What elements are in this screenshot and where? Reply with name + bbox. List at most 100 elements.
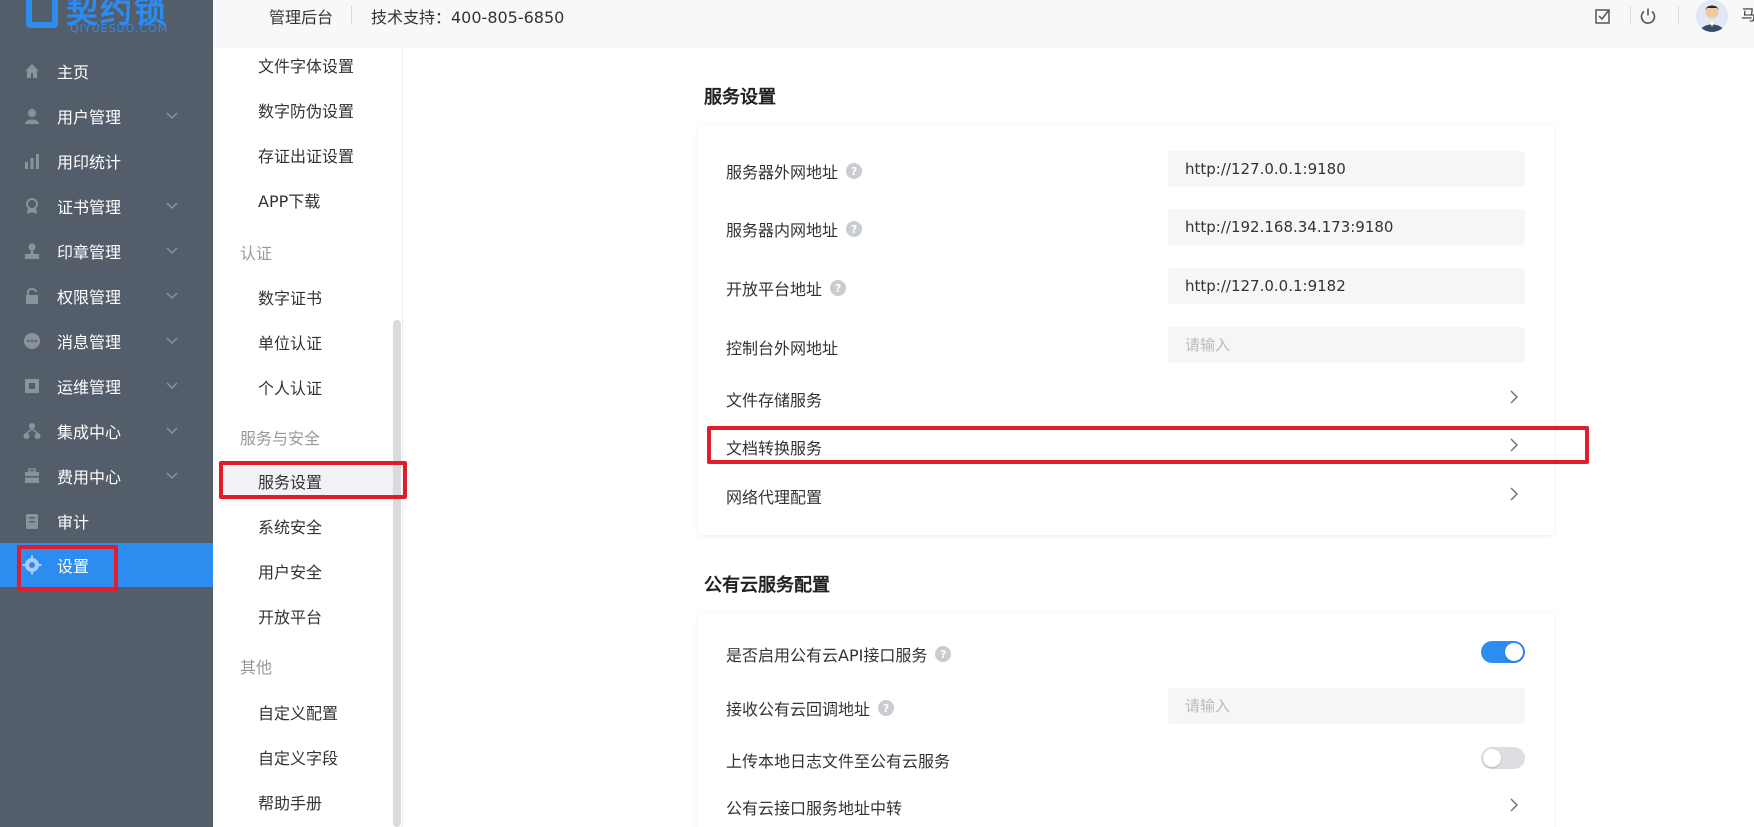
avatar[interactable] — [1696, 0, 1728, 32]
chevron-down-icon — [166, 200, 178, 212]
submenu-item[interactable]: APP下载 — [258, 188, 320, 212]
user-name[interactable]: 马 — [1741, 4, 1754, 25]
upload-logs-toggle[interactable] — [1481, 747, 1525, 769]
submenu-item[interactable]: 自定义字段 — [258, 745, 338, 769]
nav-label: 权限管理 — [57, 288, 122, 307]
nav-label: 印章管理 — [57, 243, 122, 262]
chevron-down-icon — [166, 245, 178, 257]
setting-label-text: 控制台外网地址 — [726, 339, 839, 358]
setting-label: 服务器内网地址? — [726, 217, 863, 241]
ops-icon — [22, 376, 42, 396]
link-row-cloud-relay[interactable]: 公有云接口服务地址中转 — [726, 785, 1526, 825]
seal-icon — [22, 241, 42, 261]
nav-item-message-management[interactable]: 消息管理 — [0, 319, 213, 363]
setting-label: 公有云接口服务地址中转 — [726, 799, 903, 818]
submenu-item[interactable]: 文件字体设置 — [258, 53, 354, 77]
help-icon[interactable]: ? — [935, 646, 952, 662]
submenu-group-title: 认证 — [240, 244, 273, 263]
help-icon[interactable]: ? — [846, 221, 863, 237]
submenu-item[interactable]: 单位认证 — [258, 330, 322, 354]
setting-row: 服务器外网地址? — [726, 149, 1526, 189]
nav-item-user-management[interactable]: 用户管理 — [0, 94, 213, 138]
submenu-item[interactable]: 数字防伪设置 — [258, 98, 354, 122]
link-row-file-storage[interactable]: 文件存储服务 — [726, 377, 1526, 417]
submenu-item[interactable]: 数字证书 — [258, 285, 322, 309]
chevron-down-icon — [166, 290, 178, 302]
setting-label: 是否启用公有云API接口服务? — [726, 642, 952, 666]
logo-subtitle: QIYUESUO.COM — [70, 22, 169, 35]
admin-console-label: 管理后台 — [269, 8, 334, 27]
setting-row: 是否启用公有云API接口服务? — [726, 632, 1526, 672]
submenu-group-title: 服务与安全 — [240, 429, 321, 448]
chevron-right-icon — [1510, 798, 1519, 812]
header-divider — [1678, 6, 1679, 24]
setting-row: 服务器内网地址? — [726, 207, 1526, 247]
nav-item-seal-stats[interactable]: 用印统计 — [0, 139, 213, 183]
submenu-item[interactable]: 个人认证 — [258, 375, 322, 399]
nav-label: 费用中心 — [57, 468, 122, 487]
setting-label: 开放平台地址? — [726, 276, 847, 300]
server-external-address-input[interactable] — [1168, 151, 1525, 187]
console-external-address-input[interactable] — [1168, 327, 1525, 363]
setting-label: 接收公有云回调地址? — [726, 696, 895, 720]
nav-label: 集成中心 — [57, 423, 122, 442]
enable-public-cloud-api-toggle[interactable] — [1481, 641, 1525, 663]
setting-row: 开放平台地址? — [726, 266, 1526, 306]
chevron-down-icon — [166, 425, 178, 437]
nav-item-home[interactable]: 主页 — [0, 49, 213, 93]
open-platform-address-input[interactable] — [1168, 268, 1525, 304]
nav-item-billing-center[interactable]: 费用中心 — [0, 454, 213, 498]
chevron-down-icon — [166, 380, 178, 392]
certificate-icon — [22, 196, 42, 216]
public-cloud-callback-input[interactable] — [1168, 688, 1525, 724]
submenu-scrollbar[interactable] — [393, 320, 401, 827]
submenu-item[interactable]: 存证出证设置 — [258, 143, 354, 167]
help-icon[interactable]: ? — [830, 280, 847, 296]
setting-label-text: 接收公有云回调地址 — [726, 700, 871, 719]
bar-chart-icon — [22, 151, 42, 171]
setting-row: 接收公有云回调地址? — [726, 686, 1526, 726]
setting-label: 网络代理配置 — [726, 488, 823, 507]
setting-label-text: 是否启用公有云API接口服务 — [726, 646, 928, 665]
highlight-box-service-settings — [219, 461, 407, 499]
nav-item-integration-center[interactable]: 集成中心 — [0, 409, 213, 453]
nav-label: 用印统计 — [57, 153, 122, 172]
user-icon — [22, 106, 42, 126]
nav-label: 运维管理 — [57, 378, 122, 397]
lock-icon — [22, 286, 42, 306]
setting-label: 控制台外网地址 — [726, 335, 838, 359]
checkbox-icon[interactable] — [1591, 4, 1615, 28]
help-icon[interactable]: ? — [846, 163, 863, 179]
submenu-item[interactable]: 帮助手册 — [258, 790, 322, 814]
briefcase-icon — [22, 466, 42, 486]
nav-label: 主页 — [57, 63, 90, 82]
service-settings-card: 服务器外网地址? 服务器内网地址? 开放平台地址? 控制台外网地址 文件存储服务… — [698, 125, 1554, 535]
submenu-item[interactable]: 系统安全 — [258, 514, 322, 538]
chevron-down-icon — [166, 110, 178, 122]
nav-label: 审计 — [57, 513, 90, 532]
home-icon — [22, 61, 42, 81]
setting-label-text: 开放平台地址 — [726, 280, 823, 299]
section-title-service-settings: 服务设置 — [704, 87, 776, 108]
submenu-item[interactable]: 开放平台 — [258, 604, 322, 628]
server-internal-address-input[interactable] — [1168, 209, 1525, 245]
tech-support-label: 技术支持：400-805-6850 — [371, 8, 565, 27]
left-sidebar: 契约锁 QIYUESUO.COM 主页 用户管理 用印统计 证书管理 印章管理 … — [0, 0, 213, 827]
nav-item-seal-management[interactable]: 印章管理 — [0, 229, 213, 273]
setting-label: 服务器外网地址? — [726, 159, 863, 183]
nav-item-audit[interactable]: 审计 — [0, 499, 213, 543]
nav-label: 证书管理 — [57, 198, 122, 217]
nav-item-certificate-management[interactable]: 证书管理 — [0, 184, 213, 228]
submenu-group-title: 其他 — [240, 658, 273, 677]
help-icon[interactable]: ? — [878, 700, 895, 716]
nav-item-permission-management[interactable]: 权限管理 — [0, 274, 213, 318]
highlight-box-doc-conversion — [707, 426, 1589, 464]
chevron-down-icon — [166, 335, 178, 347]
power-icon[interactable] — [1636, 4, 1660, 28]
submenu-item[interactable]: 用户安全 — [258, 559, 322, 583]
nav-item-ops-management[interactable]: 运维管理 — [0, 364, 213, 408]
top-header: 管理后台 技术支持：400-805-6850 马 — [213, 0, 1754, 48]
submenu-item[interactable]: 自定义配置 — [258, 700, 338, 724]
link-row-network-proxy[interactable]: 网络代理配置 — [726, 474, 1526, 514]
toggle-knob — [1505, 643, 1523, 661]
